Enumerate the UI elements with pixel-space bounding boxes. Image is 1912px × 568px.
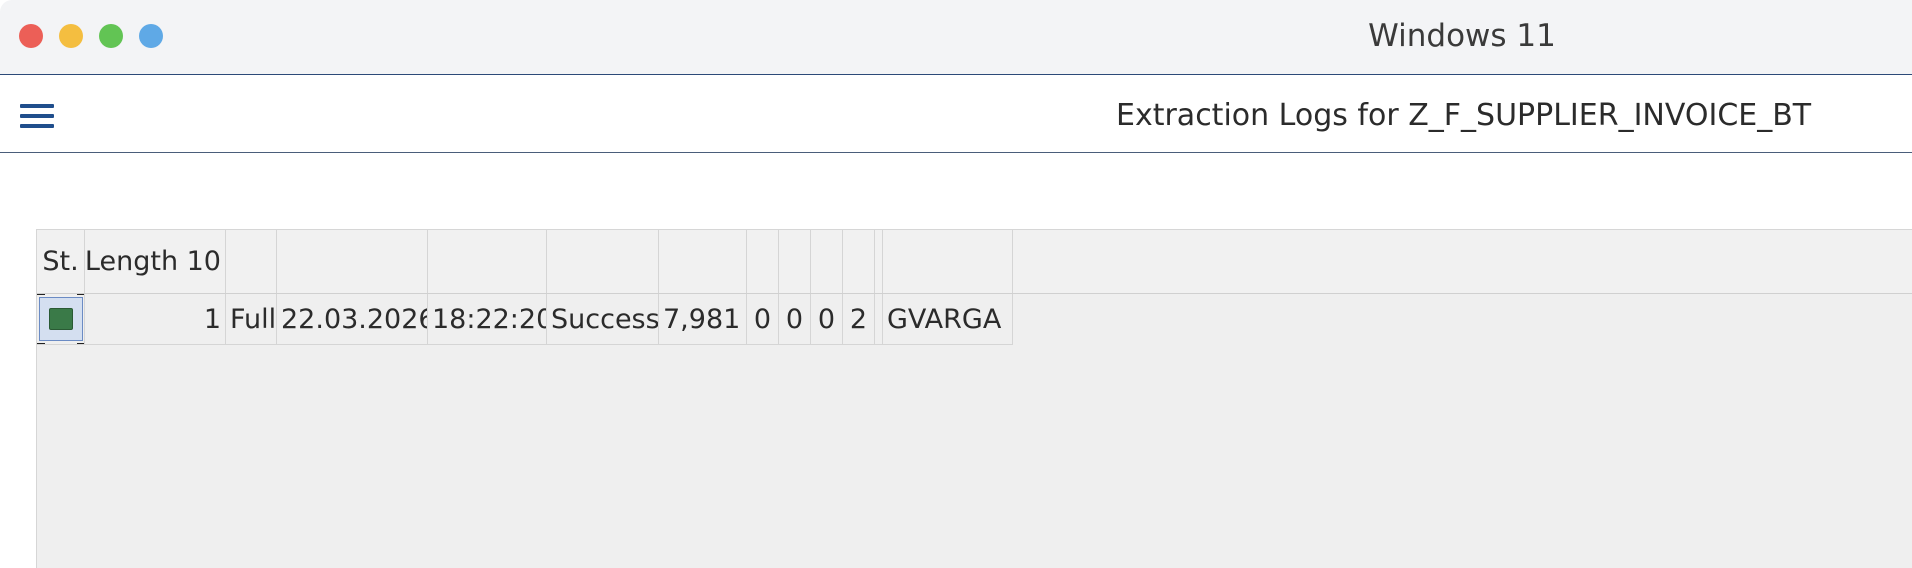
row-result-cell: Success <box>547 294 659 345</box>
title-bar: Windows 11 <box>0 0 1912 75</box>
column-header-count-a[interactable] <box>747 230 779 293</box>
row-date-cell: 22.03.2026 <box>277 294 428 345</box>
row-count-c-cell: 0 <box>811 294 843 345</box>
column-header-user[interactable] <box>883 230 1013 293</box>
column-header-spacer[interactable] <box>875 230 883 293</box>
status-indicator[interactable] <box>37 294 84 344</box>
row-count-a-cell: 0 <box>747 294 779 345</box>
maximize-window-button[interactable] <box>99 24 123 48</box>
column-header-time[interactable] <box>428 230 547 293</box>
window-title: Windows 11 <box>1368 18 1556 54</box>
column-header-type[interactable] <box>226 230 277 293</box>
column-header-count-c[interactable] <box>811 230 843 293</box>
extra-window-button[interactable] <box>139 24 163 48</box>
row-count-b-cell: 0 <box>779 294 811 345</box>
app-header: Extraction Logs for Z_F_SUPPLIER_INVOICE… <box>0 75 1912 153</box>
row-records-cell: 7,981 <box>659 294 747 345</box>
table-row[interactable]: 1 Full 22.03.2026 18:22:20 Success 7,981… <box>37 294 1013 345</box>
row-user-cell: GVARGA <box>883 294 1013 345</box>
column-header-result[interactable] <box>547 230 659 293</box>
row-spacer-cell <box>875 294 883 345</box>
row-count-d-cell: 2 <box>843 294 875 345</box>
close-window-button[interactable] <box>19 24 43 48</box>
column-header-status[interactable]: St. <box>37 230 85 293</box>
column-header-length[interactable]: Length 10 <box>85 230 226 293</box>
column-header-count-b[interactable] <box>779 230 811 293</box>
column-header-date[interactable] <box>277 230 428 293</box>
success-status-icon <box>48 308 73 330</box>
page-title: Extraction Logs for Z_F_SUPPLIER_INVOICE… <box>1116 98 1812 133</box>
application-window: Windows 11 Extraction Logs for Z_F_SUPPL… <box>0 0 1912 568</box>
row-time-cell: 18:22:20 <box>428 294 547 345</box>
table-header-row: St. Length 10 <box>37 230 1912 294</box>
column-header-count-d[interactable] <box>843 230 875 293</box>
column-header-records[interactable] <box>659 230 747 293</box>
row-length-cell: 1 <box>85 294 226 345</box>
extraction-log-table: St. Length 10 1 Full 22.03.2026 18:22:20… <box>36 229 1912 568</box>
minimize-window-button[interactable] <box>59 24 83 48</box>
hamburger-menu-icon[interactable] <box>20 104 54 128</box>
row-type-cell: Full <box>226 294 277 345</box>
row-status-cell[interactable] <box>37 294 85 345</box>
